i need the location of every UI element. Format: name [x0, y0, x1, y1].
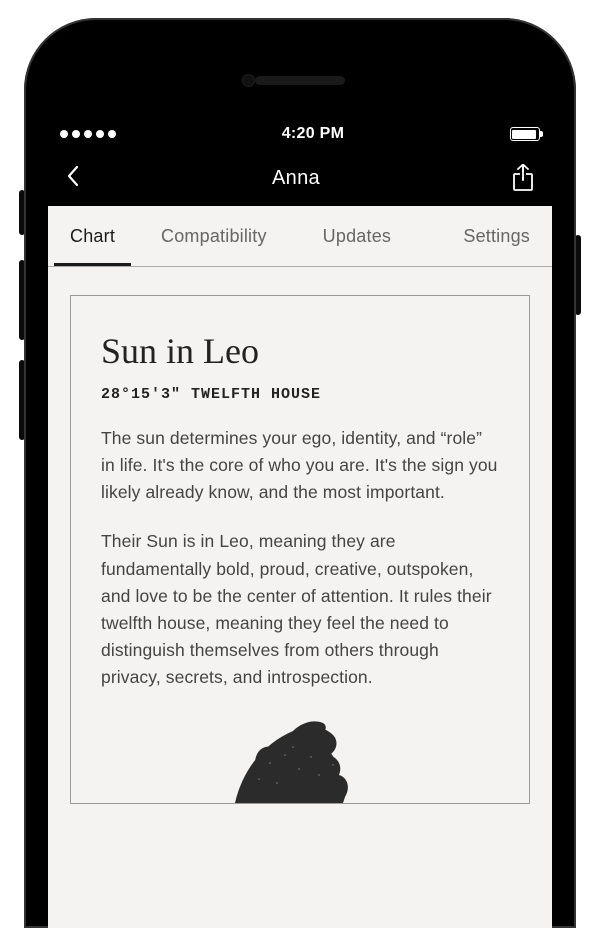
phone-frame: 4:20 PM Anna [24, 18, 576, 928]
leo-hand-icon [215, 713, 385, 803]
card-paragraph: The sun determines your ego, identity, a… [101, 425, 499, 506]
card-subtitle: 28°15'3" TWELFTH HOUSE [101, 386, 499, 403]
card-container[interactable]: Sun in Leo 28°15'3" TWELFTH HOUSE The su… [48, 267, 552, 804]
share-icon [512, 164, 534, 192]
phone-camera [242, 74, 255, 87]
nav-bar: Anna [48, 150, 552, 206]
battery-icon [510, 127, 540, 141]
nav-title: Anna [272, 167, 320, 190]
card-title: Sun in Leo [101, 330, 499, 372]
tab-settings[interactable]: Settings [447, 206, 546, 266]
tab-bar: Chart Compatibility Updates Settings [48, 206, 552, 267]
share-button[interactable] [512, 164, 534, 192]
chevron-left-icon [66, 164, 80, 188]
back-button[interactable] [66, 164, 80, 193]
status-bar: 4:20 PM [48, 118, 552, 150]
status-time: 4:20 PM [282, 125, 345, 143]
sign-illustration [101, 713, 499, 803]
tab-compatibility[interactable]: Compatibility [145, 206, 283, 266]
tab-chart[interactable]: Chart [54, 206, 131, 266]
content-area: Chart Compatibility Updates Settings Sun… [48, 206, 552, 928]
signal-dots-icon [60, 130, 116, 138]
screen: 4:20 PM Anna [48, 118, 552, 928]
phone-speaker [255, 76, 345, 85]
card-body: The sun determines your ego, identity, a… [101, 425, 499, 691]
tab-updates[interactable]: Updates [307, 206, 407, 266]
reading-card: Sun in Leo 28°15'3" TWELFTH HOUSE The su… [70, 295, 530, 804]
card-paragraph: Their Sun is in Leo, meaning they are fu… [101, 528, 499, 691]
